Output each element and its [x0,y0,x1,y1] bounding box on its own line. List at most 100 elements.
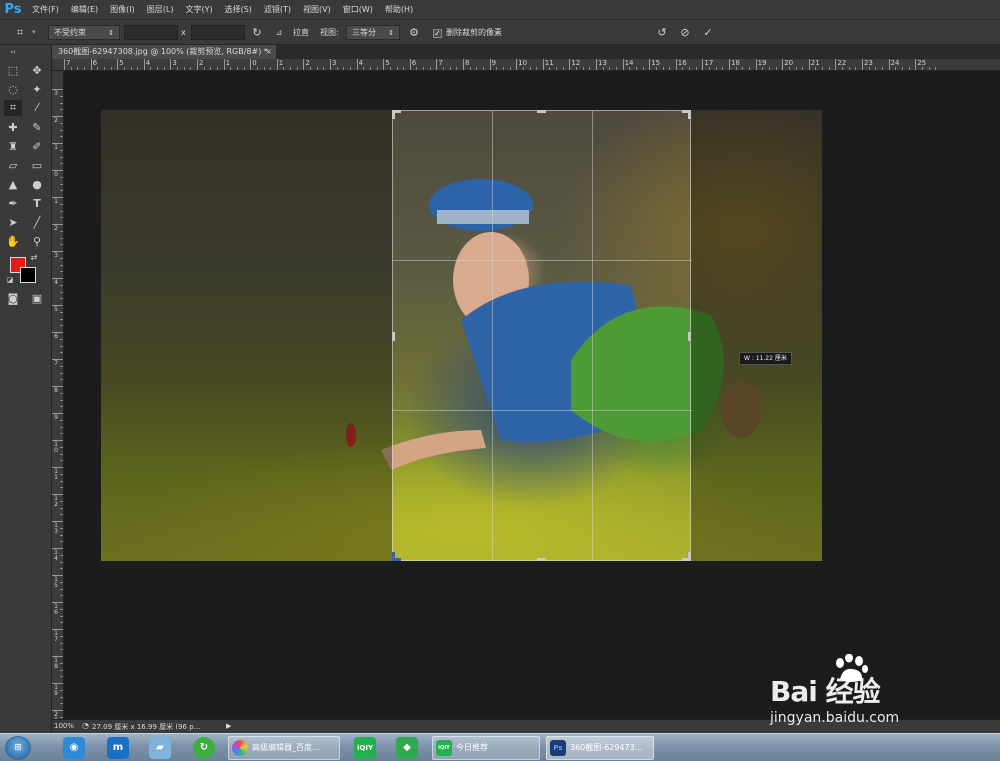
crop-width-tooltip: W : 11.22 厘米 [739,352,792,365]
zoom-tool-icon[interactable]: ⚲ [28,234,46,250]
menu-window[interactable]: 窗口(W) [337,0,379,19]
gradient-tool-icon[interactable]: ▭ [28,158,46,174]
straighten-icon[interactable]: ⊿ [271,25,287,40]
swap-colors-icon[interactable]: ⇄ [28,253,40,263]
maxthon-icon[interactable]: m [107,737,129,759]
view-label: 视图: [320,28,339,37]
menu-layer[interactable]: 图层(L) [141,0,180,19]
menu-image[interactable]: 图像(I) [104,0,141,19]
ruler-subtick [60,635,63,637]
status-menu-arrow-icon[interactable]: ▶ [226,722,231,730]
width-field[interactable] [124,25,178,40]
refresh-app-icon[interactable]: ↻ [193,737,215,759]
grid-line [492,111,493,561]
taskbar-button-editor[interactable]: 高级编辑器_百度... [228,736,340,760]
ruler-subtick [77,67,79,70]
move-tool-icon[interactable]: ✥ [28,63,46,79]
crop-handle-right[interactable] [688,332,691,341]
blur-tool-icon[interactable]: ▲ [4,177,22,193]
ruler-tick [356,59,358,70]
dodge-tool-icon[interactable]: ● [28,177,46,193]
ruler-label: 6 [92,59,98,67]
ruler-subtick [363,67,365,70]
canvas-area[interactable]: W : 11.22 厘米 [64,71,1000,719]
clear-rotate-icon[interactable]: ↻ [249,25,265,40]
marquee-tool-icon[interactable]: ⬚ [4,63,22,79]
ruler-label: 7 [66,59,71,67]
toolbox-collapse-icon[interactable]: ‹‹ [4,48,22,56]
menu-file[interactable]: 文件(F) [26,0,65,19]
ruler-label: 5 [385,59,390,67]
pen-tool-icon[interactable]: ✒ [4,196,22,212]
crop-handle-bottom-left[interactable] [392,552,395,561]
crop-handle-top-left[interactable] [392,110,395,119]
close-icon[interactable]: × [265,45,272,59]
taskbar-button-recommend[interactable]: iQIY 今日推荐 [432,736,540,760]
crop-box[interactable] [392,110,692,561]
menu-type[interactable]: 文字(Y) [179,0,218,19]
reset-icon[interactable]: ↺ [654,25,670,40]
gear-icon[interactable]: ⚙ [406,25,422,40]
default-colors-icon[interactable]: ◪ [4,275,16,285]
ruler-tick [862,59,863,70]
straighten-label[interactable]: 拉直 [293,25,309,40]
crop-handle-bottom-right[interactable] [688,552,691,561]
app-icon[interactable]: ▰ [149,737,171,759]
eyedropper-tool-icon[interactable]: ⁄ [28,100,46,116]
quick-mask-icon[interactable]: ◙ [4,291,22,307]
ruler-horizontal[interactable]: 7 6 5 4 3 2 1 0 1 2 3 4 5 6 7 8 9 10 11 12 13 14 15 16 17 18 19 20 2… [52,59,1000,71]
iqiyi-icon[interactable]: iQIY [354,737,376,759]
ruler-subtick [443,67,445,70]
path-selection-tool-icon[interactable]: ➤ [4,215,22,231]
document-size-info: 27.09 厘米 x 16.99 厘米 (96 p... [92,723,201,731]
ruler-subtick [70,67,72,70]
grid-line [393,410,692,411]
crop-handle-top-right[interactable] [688,110,691,119]
start-button-icon[interactable]: ⊞ [5,736,31,760]
line-tool-icon[interactable]: ╱ [28,215,46,231]
crop-handle-top[interactable] [537,110,546,113]
brush-tool-icon[interactable]: ✎ [28,120,46,136]
eraser-tool-icon[interactable]: ▱ [4,158,22,174]
hand-tool-icon[interactable]: ✋ [4,234,22,250]
type-tool-icon[interactable]: T [28,196,46,212]
menu-view[interactable]: 视图(V) [297,0,337,19]
menu-select[interactable]: 选择(S) [219,0,258,19]
crop-handle-left[interactable] [392,332,395,341]
screen-mode-icon[interactable]: ▣ [28,291,46,307]
ruler-label: 4 [358,59,364,67]
document-tab[interactable]: 360截图-62947308.jpg @ 100% (裁剪预览, RGB/8#)… [52,45,276,59]
ruler-subtick [908,67,910,70]
taskbar-button-photoshop[interactable]: Ps 360截图-629473... [546,736,654,760]
cancel-icon[interactable]: ⊘ [677,25,693,40]
ruler-label: 3 [54,252,58,259]
clone-stamp-tool-icon[interactable]: ♜ [4,139,22,155]
background-color-swatch[interactable] [20,267,36,283]
menu-edit[interactable]: 编辑(E) [65,0,104,19]
view-overlay-select[interactable]: 三等分 ⇕ [346,25,400,40]
menu-help[interactable]: 帮助(H) [379,0,419,19]
zoom-level[interactable]: 100% [54,722,74,730]
crop-handle-bottom[interactable] [537,558,546,561]
delete-cropped-checkbox[interactable]: ✓ [433,29,442,38]
menu-filter[interactable]: 滤镜(T) [258,0,297,19]
ruler-label: 2 0 [54,711,58,720]
preset-dropdown-arrow-icon[interactable]: ▾ [32,25,36,40]
healing-brush-tool-icon[interactable]: ✚ [4,120,22,136]
height-field[interactable] [191,25,245,40]
magic-wand-tool-icon[interactable]: ✦ [28,82,46,98]
crop-tool-icon[interactable]: ⌗ [4,100,22,116]
crop-tool-preset-icon[interactable]: ⌗ [12,25,28,40]
status-info-icon[interactable]: ◔ [82,721,89,730]
green-app-icon[interactable]: ◆ [396,737,418,759]
commit-check-icon[interactable]: ✓ [700,25,716,40]
ruler-subtick [60,446,63,448]
browser-icon[interactable]: ◉ [63,737,85,759]
ruler-subtick [60,608,63,610]
ruler-subtick [509,67,511,70]
ratio-select[interactable]: 不受约束 ⇕ [48,25,120,40]
history-brush-tool-icon[interactable]: ✐ [28,139,46,155]
lasso-tool-icon[interactable]: ◌ [4,82,22,98]
ruler-vertical[interactable]: 32101234567891 01 11 21 31 41 51 61 71 8… [52,71,64,719]
ruler-label: 1 3 [54,522,58,535]
